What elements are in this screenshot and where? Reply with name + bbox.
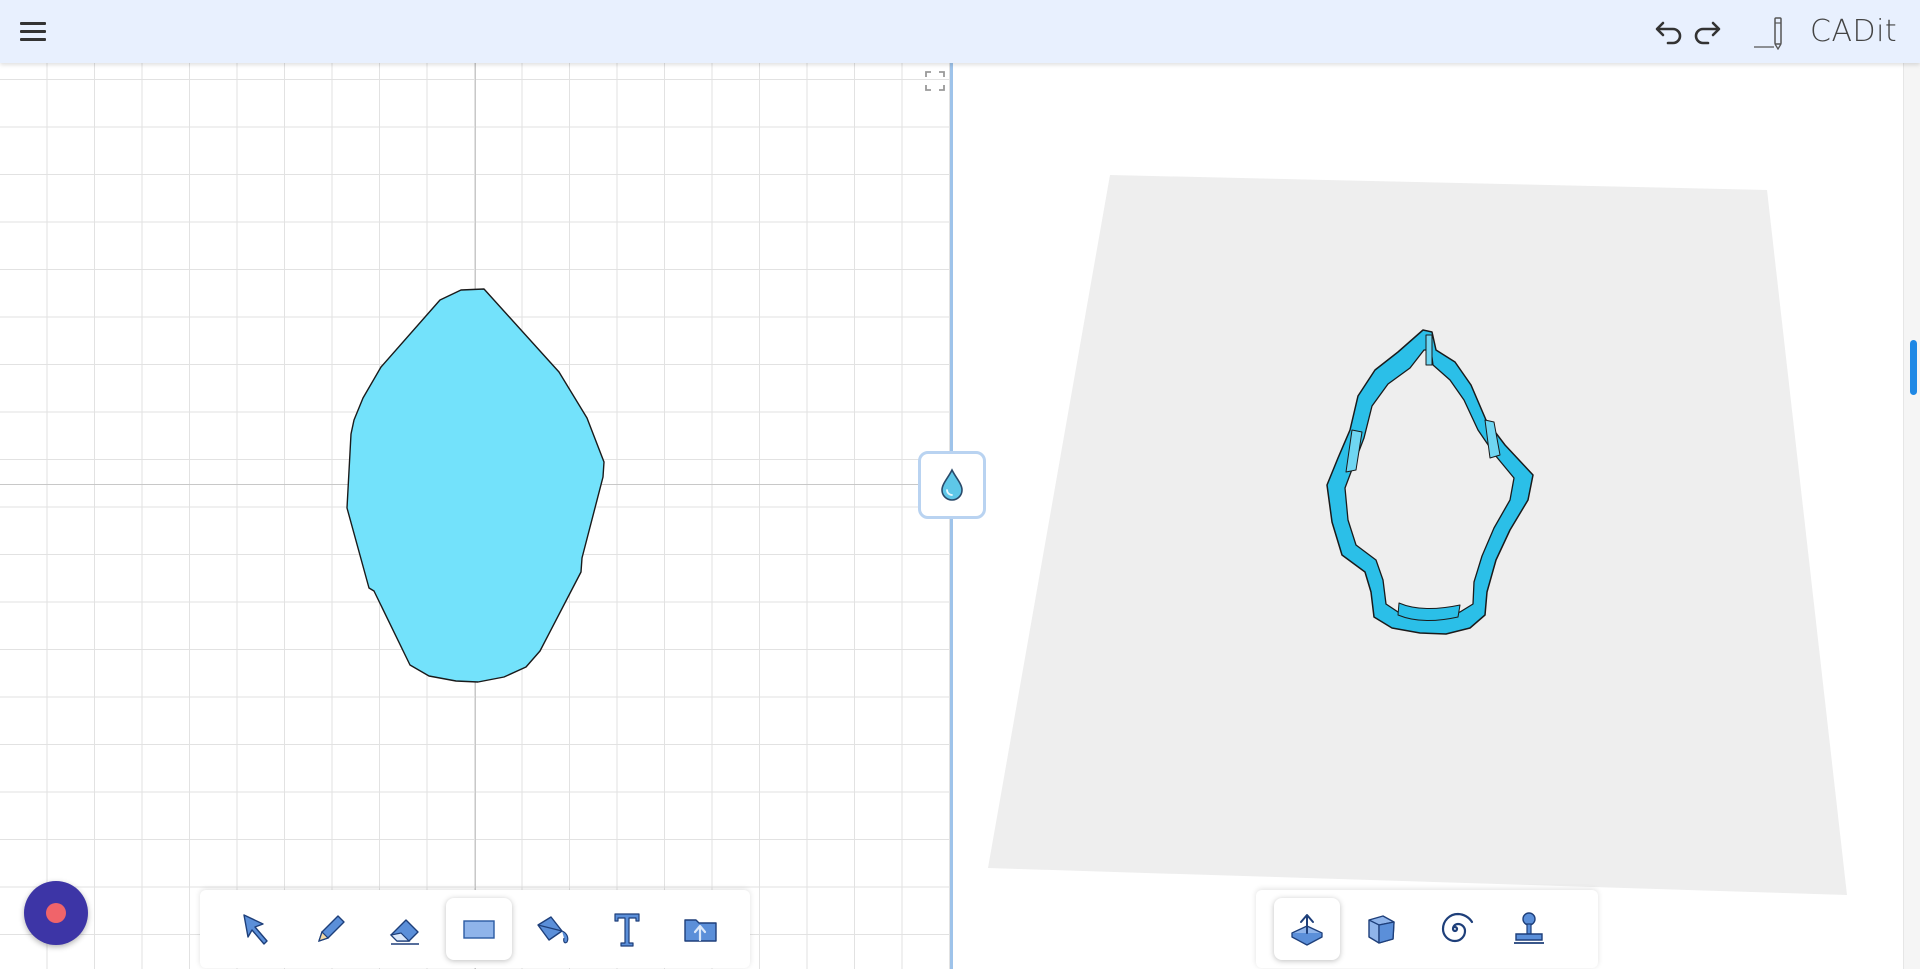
pencil-logo-icon [1752, 14, 1786, 51]
3d-scene [988, 175, 1847, 895]
sketch-shape[interactable] [0, 63, 950, 969]
paint-bucket-icon[interactable] [520, 898, 586, 960]
text-icon[interactable] [594, 898, 660, 960]
eraser-icon[interactable] [372, 898, 438, 960]
fullscreen-left-icon[interactable] [924, 70, 946, 92]
3d-viewport[interactable] [953, 63, 1903, 969]
record-dot-icon [46, 903, 66, 923]
folder-upload-icon[interactable] [668, 898, 734, 960]
spiral-icon[interactable] [1422, 898, 1488, 960]
pencil-icon[interactable] [298, 898, 364, 960]
stamp-icon[interactable] [1496, 898, 1562, 960]
undo-icon[interactable] [1652, 14, 1686, 48]
sketch-toolbar [200, 890, 750, 968]
scrollbar-thumb[interactable] [1910, 340, 1917, 395]
export-tray-icon[interactable] [1274, 898, 1340, 960]
sketch-canvas[interactable] [0, 63, 979, 969]
redo-icon[interactable] [1690, 14, 1724, 48]
rectangle-icon[interactable] [446, 898, 512, 960]
model-toolbar [1256, 890, 1598, 968]
scrollbar[interactable] [1903, 63, 1920, 969]
top-bar: CADit [0, 0, 1920, 63]
cursor-arrow-icon[interactable] [224, 898, 290, 960]
hamburger-menu-icon[interactable] [14, 14, 50, 50]
droplet-icon[interactable] [918, 451, 986, 519]
record-button[interactable] [24, 881, 88, 945]
cube-icon[interactable] [1348, 898, 1414, 960]
app-title: CADit [1810, 14, 1898, 49]
